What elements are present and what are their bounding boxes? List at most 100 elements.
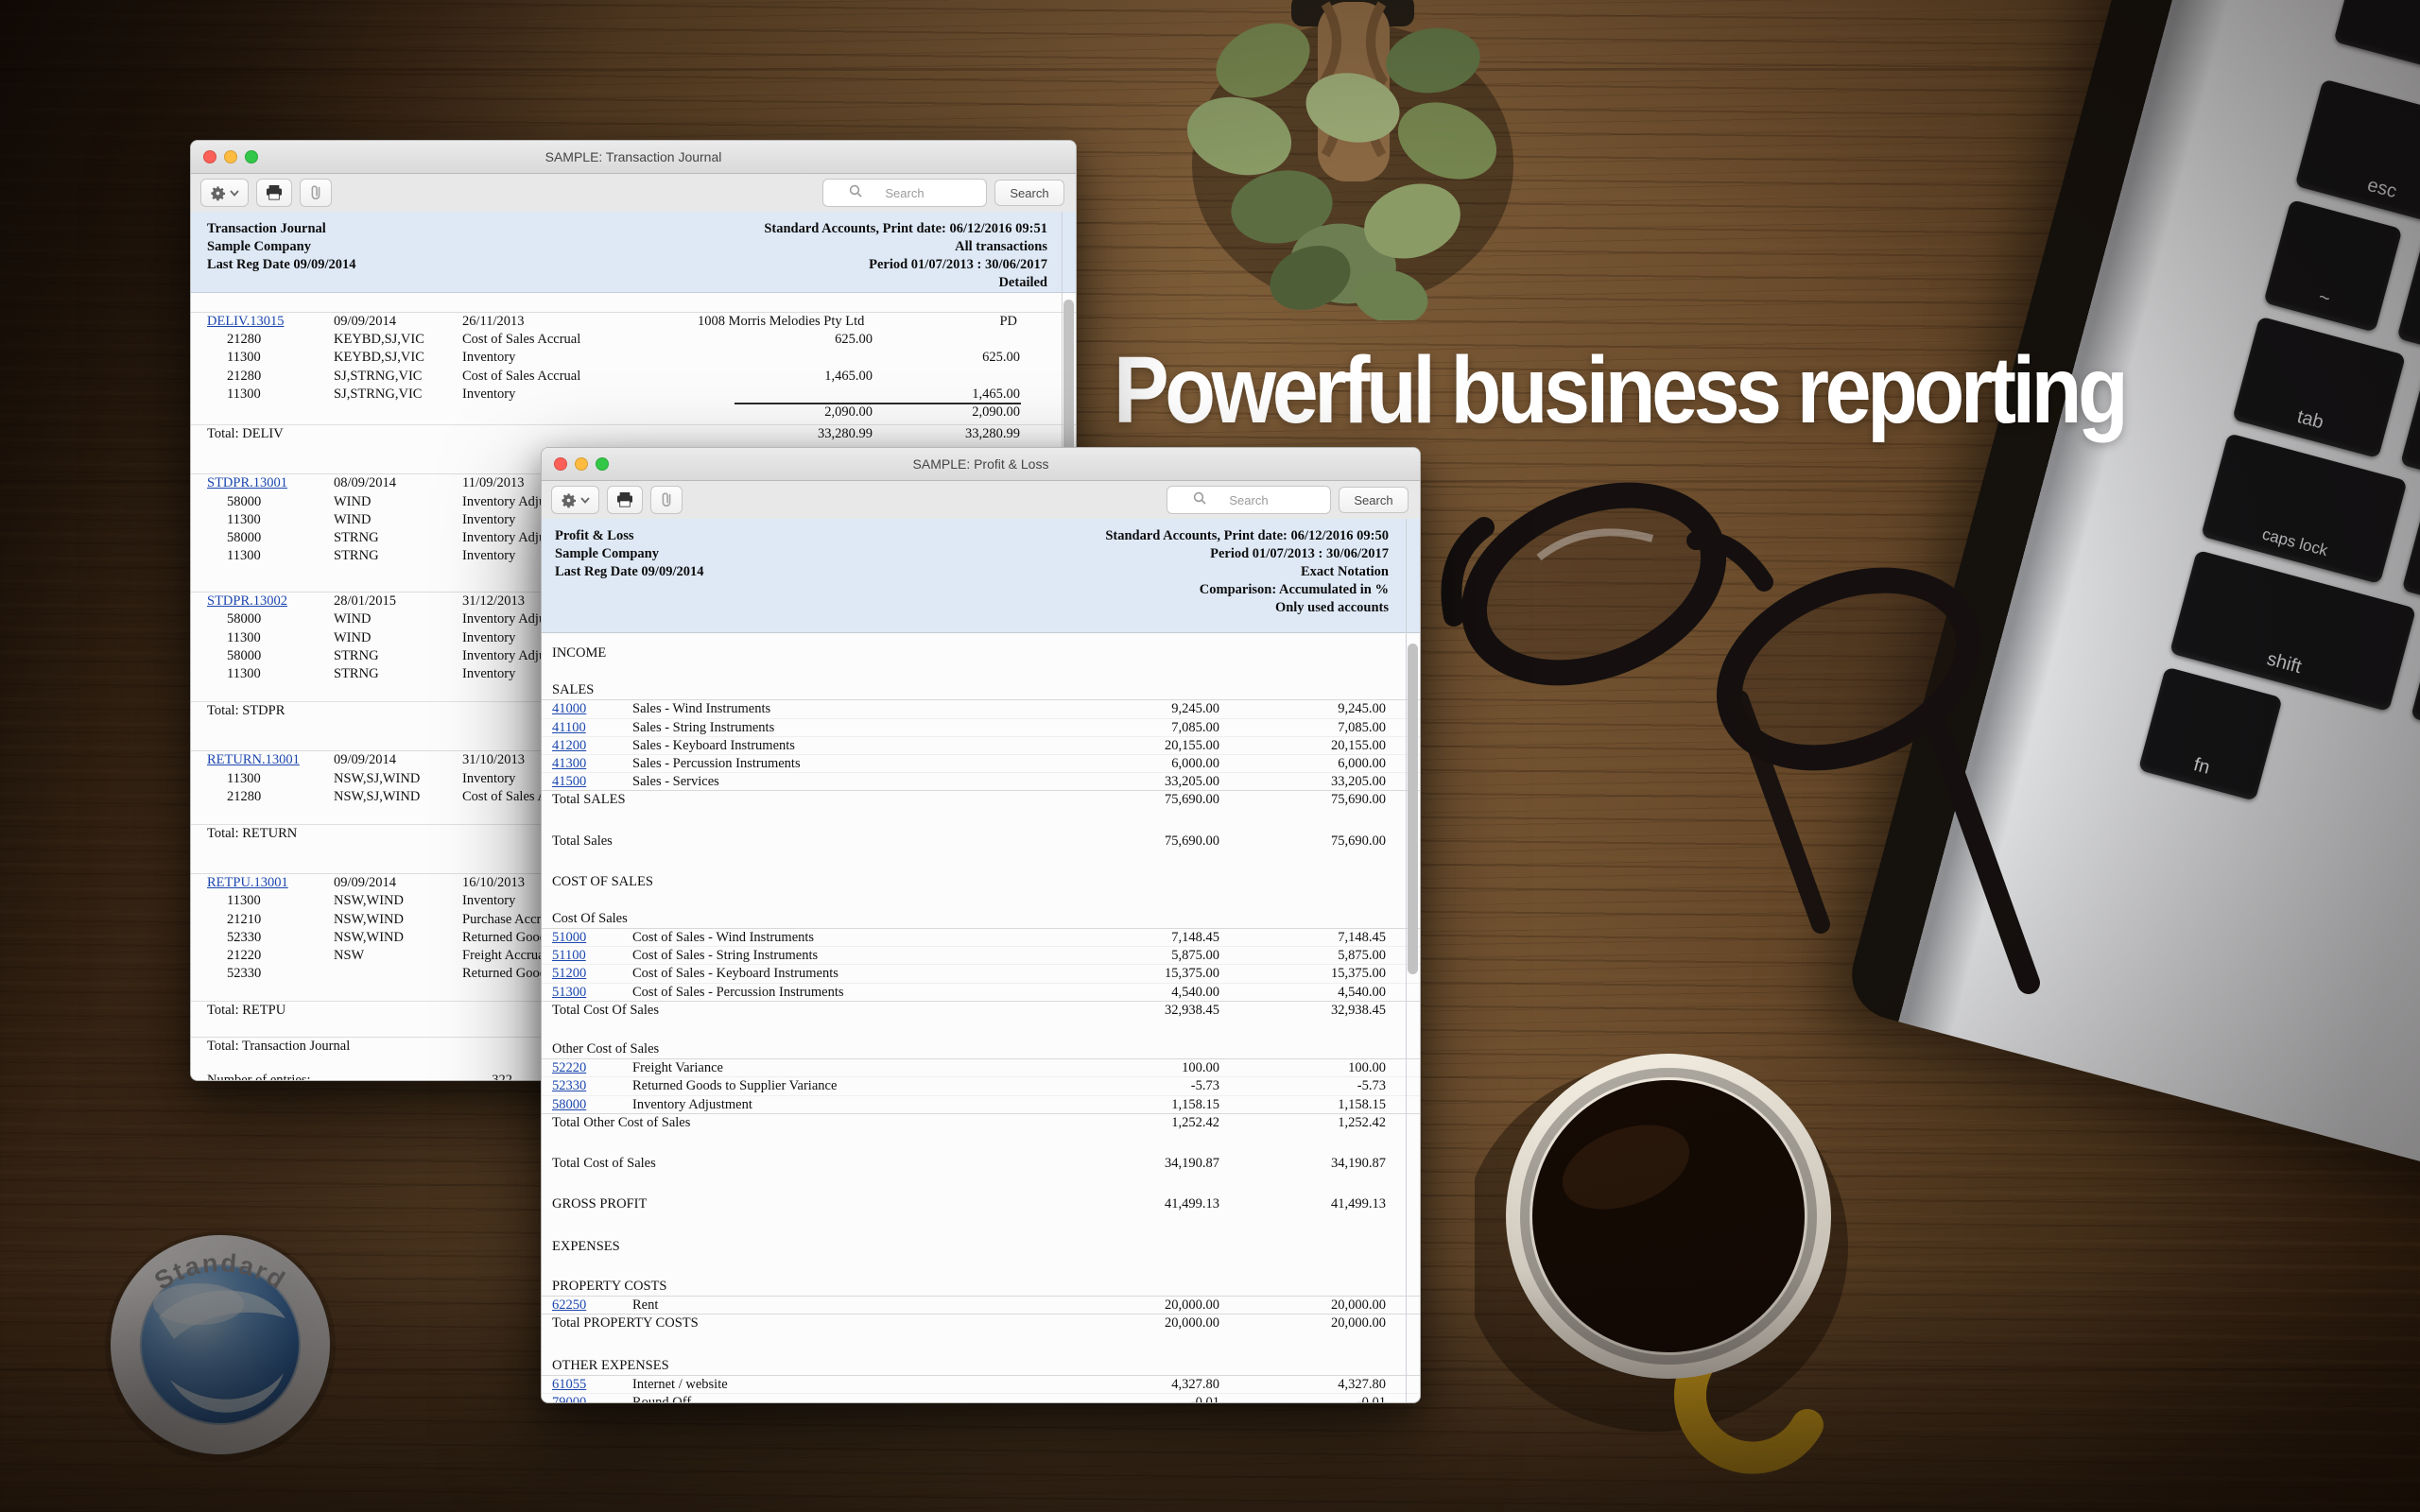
register-link[interactable]: STDPR.13001: [207, 474, 287, 492]
objects: WIND: [334, 511, 371, 529]
total-label: Total Sales: [552, 833, 613, 850]
search-button[interactable]: Search: [994, 180, 1064, 206]
group-heading: SALES: [552, 681, 594, 699]
amount-period: 6,000.00: [1078, 755, 1219, 773]
account-number: 52330: [227, 965, 261, 983]
account-link[interactable]: 41300: [552, 755, 586, 773]
account-description: Inventory Adjustment: [632, 1096, 752, 1114]
print-button[interactable]: [256, 179, 292, 207]
minimize-button[interactable]: [224, 150, 237, 163]
account-link[interactable]: 52330: [552, 1077, 586, 1095]
spacer: [542, 1020, 1420, 1040]
account-link[interactable]: 51300: [552, 984, 586, 1002]
keyboard-key-exclam: !: [2396, 235, 2420, 366]
report-header: Transaction Journal Sample Company Last …: [191, 212, 1076, 293]
pnl-row-group: OTHER EXPENSES: [542, 1357, 1420, 1376]
amount-period: 20,155.00: [1078, 737, 1219, 755]
account-description: Cost of Sales - String Instruments: [632, 947, 818, 965]
pnl-row-section: COST OF SALES: [542, 873, 1420, 891]
entry-date: 08/09/2014: [334, 474, 396, 492]
pnl-row-acct: 52330 Returned Goods to Supplier Variance…: [542, 1077, 1420, 1095]
account-number: 11300: [227, 511, 261, 529]
pnl-row-group: PROPERTY COSTS: [542, 1278, 1420, 1297]
total-accumulated: 32,938.45: [1244, 1002, 1386, 1020]
spacer: [542, 850, 1420, 873]
scrollbar-thumb[interactable]: [1408, 644, 1418, 974]
amount-accumulated: 6,000.00: [1244, 755, 1386, 773]
amount-period: 15,375.00: [1078, 965, 1219, 983]
titlebar[interactable]: SAMPLE: Profit & Loss: [542, 448, 1420, 481]
account-description: Sales - Keyboard Instruments: [632, 737, 795, 755]
total-accumulated: 34,190.87: [1244, 1155, 1386, 1173]
last-reg-date: Last Reg Date 09/09/2014: [555, 563, 703, 581]
search-field-wrap: [822, 179, 987, 207]
minimize-button[interactable]: [575, 457, 588, 471]
gear-menu-button[interactable]: [200, 179, 249, 207]
account-link[interactable]: 41100: [552, 719, 586, 737]
pnl-row-section: INCOME: [542, 644, 1420, 662]
account-description: Rent: [632, 1297, 658, 1314]
account-link[interactable]: 51000: [552, 929, 586, 947]
close-button[interactable]: [554, 457, 567, 471]
account-link[interactable]: 62250: [552, 1297, 586, 1314]
print-button[interactable]: [607, 486, 643, 514]
keyboard-key-fn: fn: [2138, 666, 2283, 800]
account-number: 52330: [227, 929, 261, 947]
account-link[interactable]: 52220: [552, 1059, 586, 1077]
entry-date: 09/09/2014: [334, 313, 396, 331]
close-button[interactable]: [203, 150, 216, 163]
gear-menu-button[interactable]: [551, 486, 599, 514]
tj-row-total: Total: DELIV33,280.9933,280.99: [191, 424, 1076, 443]
keyboard-key-tab: tab: [2232, 317, 2406, 459]
tj-row-line: 21280SJ,STRNG,VICCost of Sales Accrual1,…: [191, 368, 1076, 386]
tj-row-entry: DELIV.1301509/09/201426/11/20131008 Morr…: [191, 312, 1076, 331]
account-link[interactable]: 41000: [552, 700, 586, 718]
report-header: Profit & Loss Sample Company Last Reg Da…: [542, 519, 1420, 633]
entries-count-value: 322: [475, 1072, 512, 1080]
account-link[interactable]: 51100: [552, 947, 586, 965]
attachment-button[interactable]: [650, 486, 683, 514]
zoom-button[interactable]: [596, 457, 609, 471]
account-number: 21280: [227, 788, 261, 806]
account-description: Returned Goods to Supplier Variance: [632, 1077, 837, 1095]
account-description: Inventory: [462, 547, 515, 565]
amount-accumulated: 33,205.00: [1244, 773, 1386, 791]
attachment-button[interactable]: [300, 179, 332, 207]
account-link[interactable]: 41500: [552, 773, 586, 791]
search-button[interactable]: Search: [1339, 487, 1409, 513]
chevron-down-icon: [580, 497, 590, 504]
pnl-row-section: EXPENSES: [542, 1238, 1420, 1256]
company-name: Sample Company: [207, 238, 355, 256]
search-input[interactable]: [1167, 486, 1331, 514]
total-label: Total: Transaction Journal: [207, 1038, 350, 1056]
account-link[interactable]: 58000: [552, 1096, 586, 1114]
account-description: Cost of Sales Accrual: [462, 368, 580, 386]
gear-icon: [561, 492, 577, 508]
account-number: 11300: [227, 892, 261, 910]
account-number: 11300: [227, 665, 261, 683]
tj-row-sum: 2,090.002,090.00: [191, 404, 1076, 421]
search-input[interactable]: [822, 179, 987, 207]
objects: STRNG: [334, 665, 379, 683]
titlebar[interactable]: SAMPLE: Transaction Journal: [191, 141, 1076, 174]
account-link[interactable]: 79000: [552, 1394, 586, 1402]
account-link[interactable]: 41200: [552, 737, 586, 755]
printer-icon: [616, 492, 633, 507]
register-link[interactable]: RETURN.13001: [207, 751, 300, 769]
pnl-row-acct: 51000Cost of Sales - Wind Instruments7,1…: [542, 929, 1420, 947]
zoom-button[interactable]: [245, 150, 258, 163]
section-heading: COST OF SALES: [552, 873, 653, 891]
register-link[interactable]: DELIV.13015: [207, 313, 285, 331]
account-link[interactable]: 61055: [552, 1376, 586, 1394]
tj-row-line: 11300KEYBD,SJ,VICInventory625.00: [191, 349, 1076, 367]
accounts-filter: Only used accounts: [1105, 599, 1389, 617]
keyboard-key: [2402, 487, 2420, 617]
amount-accumulated: -0.01: [1244, 1394, 1386, 1402]
amount-accumulated: 1,158.15: [1244, 1096, 1386, 1114]
group-heading: PROPERTY COSTS: [552, 1278, 666, 1296]
register-link[interactable]: STDPR.13002: [207, 593, 287, 610]
account-link[interactable]: 51200: [552, 965, 586, 983]
keyboard-key: [2400, 361, 2420, 491]
register-link[interactable]: RETPU.13001: [207, 874, 288, 892]
amount-period: 20,000.00: [1078, 1297, 1219, 1314]
